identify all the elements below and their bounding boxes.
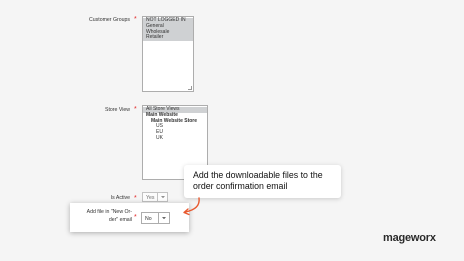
add-file-label-line1: Add file in "New Or- (86, 209, 132, 215)
add-file-highlight: Add file in "New Or- der" email * No (70, 203, 189, 232)
customer-groups-multiselect[interactable]: NOT LOGGED IN General Wholesale Retailer (142, 16, 194, 92)
store-view-required-marker: * (134, 106, 137, 113)
customer-groups-required-marker: * (134, 16, 137, 23)
mageworx-logo: mageworx (383, 232, 436, 244)
is-active-select[interactable]: Yes (142, 192, 168, 202)
add-file-select[interactable]: No (141, 212, 170, 224)
chevron-down-icon (160, 196, 165, 199)
callout-line-2: order confirmation email (193, 181, 288, 191)
is-active-value: Yes (146, 195, 155, 201)
add-file-label: Add file in "New Or- der" email (70, 209, 132, 224)
add-file-label-line2: der" email (108, 216, 132, 223)
is-active-label: Is Active (110, 195, 130, 201)
add-file-required-marker: * (134, 214, 137, 221)
is-active-arrow[interactable] (157, 193, 167, 201)
store-view-label: Store View (105, 107, 130, 113)
resize-handle-icon[interactable] (188, 86, 192, 90)
store-view-option[interactable]: UK (143, 135, 207, 142)
add-file-value: No (145, 216, 152, 222)
callout-line-1: Add the downloadable files to the (193, 170, 323, 180)
callout-box: Add the downloadable files to the order … (184, 165, 341, 198)
is-active-required-marker: * (134, 195, 137, 202)
customer-groups-label: Customer Groups (89, 17, 130, 23)
chevron-down-icon (162, 217, 166, 220)
customer-group-option[interactable]: Retailer (143, 35, 193, 42)
add-file-arrow[interactable] (158, 213, 169, 223)
